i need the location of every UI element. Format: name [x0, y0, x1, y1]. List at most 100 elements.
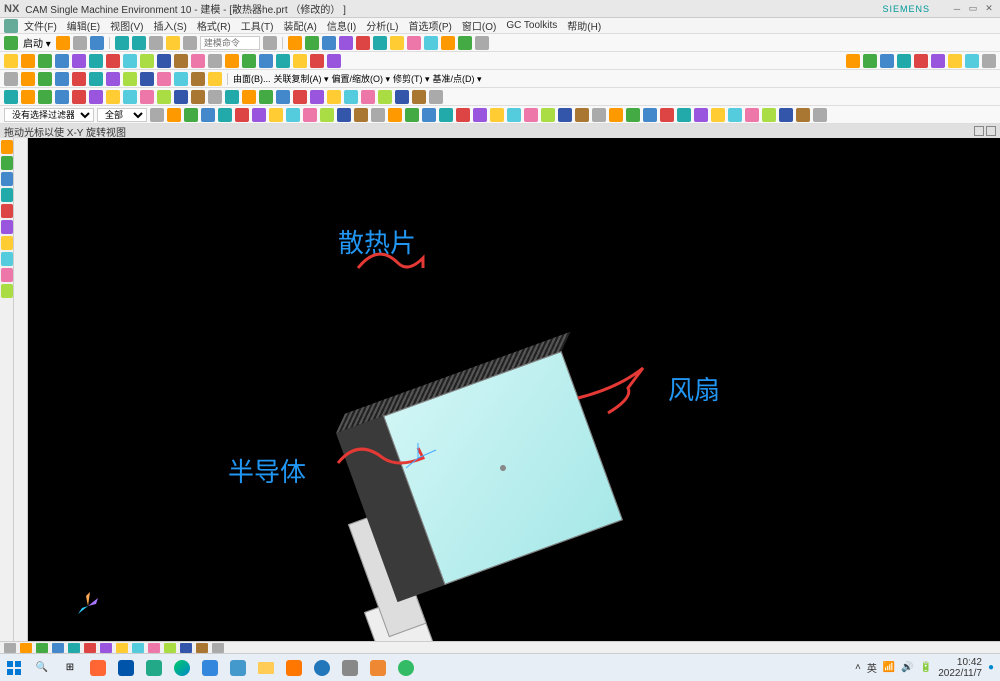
- app-2-icon[interactable]: [112, 656, 140, 680]
- unite-icon[interactable]: [293, 54, 307, 68]
- view-d-icon[interactable]: [897, 54, 911, 68]
- app-6-icon[interactable]: [280, 656, 308, 680]
- sel-j-icon[interactable]: [303, 108, 317, 122]
- loft-icon[interactable]: [140, 54, 154, 68]
- bb-j-icon[interactable]: [148, 643, 160, 653]
- sk-a-icon[interactable]: [4, 72, 18, 86]
- menu-prefs[interactable]: 首选项(P): [405, 17, 456, 34]
- snap-c-icon[interactable]: [541, 108, 555, 122]
- sel-c-icon[interactable]: [184, 108, 198, 122]
- pattern-icon[interactable]: [259, 54, 273, 68]
- curve-k-icon[interactable]: [174, 90, 188, 104]
- curve-t-icon[interactable]: [327, 90, 341, 104]
- curve-y-icon[interactable]: [412, 90, 426, 104]
- sk-k-icon[interactable]: [174, 72, 188, 86]
- nav-roles-icon[interactable]: [1, 268, 13, 282]
- edge-icon[interactable]: [168, 656, 196, 680]
- nav-hd3d-icon[interactable]: [1, 204, 13, 218]
- sel-s-icon[interactable]: [456, 108, 470, 122]
- snap-a-icon[interactable]: [507, 108, 521, 122]
- menu-edit[interactable]: 编辑(E): [63, 17, 104, 34]
- snap-i-icon[interactable]: [643, 108, 657, 122]
- sel-i-icon[interactable]: [286, 108, 300, 122]
- app-3-icon[interactable]: [140, 656, 168, 680]
- curve-z-icon[interactable]: [429, 90, 443, 104]
- snap-d-icon[interactable]: [558, 108, 572, 122]
- clock-time[interactable]: 10:42: [938, 657, 982, 668]
- ime-indicator[interactable]: 英: [867, 660, 877, 675]
- snap-p-icon[interactable]: [762, 108, 776, 122]
- app-8-icon[interactable]: [336, 656, 364, 680]
- menu-gctoolkits[interactable]: GC Toolkits: [502, 19, 561, 32]
- close-button[interactable]: ✕: [982, 3, 996, 15]
- view-g-icon[interactable]: [948, 54, 962, 68]
- snap-m-icon[interactable]: [711, 108, 725, 122]
- taskview-icon[interactable]: ⊞: [56, 656, 84, 680]
- tool-h-icon[interactable]: [407, 36, 421, 50]
- tool-l-icon[interactable]: [475, 36, 489, 50]
- app-10-icon[interactable]: [392, 656, 420, 680]
- viewport[interactable]: 散热片 风扇 半导体: [28, 138, 1000, 641]
- nav-constraint-icon[interactable]: [1, 172, 13, 186]
- menu-window[interactable]: 窗口(O): [458, 17, 500, 34]
- nav-part-icon[interactable]: [1, 140, 13, 154]
- sel-g-icon[interactable]: [252, 108, 266, 122]
- menu-assembly[interactable]: 装配(A): [279, 17, 320, 34]
- menu-tools[interactable]: 工具(T): [237, 17, 278, 34]
- menu-help[interactable]: 帮助(H): [563, 17, 605, 34]
- snap-k-icon[interactable]: [677, 108, 691, 122]
- cut-icon[interactable]: [149, 36, 163, 50]
- sk-l-icon[interactable]: [191, 72, 205, 86]
- sel-l-icon[interactable]: [337, 108, 351, 122]
- mirror-icon[interactable]: [276, 54, 290, 68]
- bb-c-icon[interactable]: [36, 643, 48, 653]
- curve-p-icon[interactable]: [259, 90, 273, 104]
- chamfer-icon[interactable]: [174, 54, 188, 68]
- bb-n-icon[interactable]: [212, 643, 224, 653]
- open-icon[interactable]: [73, 36, 87, 50]
- curve-c-icon[interactable]: [38, 90, 52, 104]
- view-h-icon[interactable]: [965, 54, 979, 68]
- menu-file[interactable]: 文件(F): [20, 17, 61, 34]
- nav-browser-icon[interactable]: [1, 220, 13, 234]
- search-taskbar-icon[interactable]: 🔍: [28, 656, 56, 680]
- sel-u-icon[interactable]: [490, 108, 504, 122]
- curve-a-icon[interactable]: [4, 90, 18, 104]
- bb-d-icon[interactable]: [52, 643, 64, 653]
- sel-f-icon[interactable]: [235, 108, 249, 122]
- app-4-icon[interactable]: [196, 656, 224, 680]
- curve-n-icon[interactable]: [225, 90, 239, 104]
- snap-s-icon[interactable]: [813, 108, 827, 122]
- nav-pmi-icon[interactable]: [1, 252, 13, 266]
- label-datum[interactable]: 基准/点(D) ▾: [433, 72, 482, 85]
- snap-f-icon[interactable]: [592, 108, 606, 122]
- app-7-icon[interactable]: [308, 656, 336, 680]
- curve-g-icon[interactable]: [106, 90, 120, 104]
- sk-d-icon[interactable]: [55, 72, 69, 86]
- sel-e-icon[interactable]: [218, 108, 232, 122]
- tool-e-icon[interactable]: [356, 36, 370, 50]
- curve-h-icon[interactable]: [123, 90, 137, 104]
- nav-sys-icon[interactable]: [1, 284, 13, 298]
- menu-insert[interactable]: 插入(S): [149, 17, 190, 34]
- sel-q-icon[interactable]: [422, 108, 436, 122]
- curve-e-icon[interactable]: [72, 90, 86, 104]
- curve-b-icon[interactable]: [21, 90, 35, 104]
- sweep-icon[interactable]: [123, 54, 137, 68]
- label-assoccopy[interactable]: 关联复制(A) ▾: [274, 72, 329, 85]
- wifi-icon[interactable]: 📶: [883, 662, 895, 673]
- sel-h-icon[interactable]: [269, 108, 283, 122]
- view-e-icon[interactable]: [914, 54, 928, 68]
- tool-d-icon[interactable]: [339, 36, 353, 50]
- start-icon[interactable]: [4, 36, 18, 50]
- shell-icon[interactable]: [191, 54, 205, 68]
- tool-c-icon[interactable]: [322, 36, 336, 50]
- sel-n-icon[interactable]: [371, 108, 385, 122]
- restore-button[interactable]: ▭: [966, 3, 980, 15]
- redo-icon[interactable]: [132, 36, 146, 50]
- draft-icon[interactable]: [208, 54, 222, 68]
- curve-u-icon[interactable]: [344, 90, 358, 104]
- sel-o-icon[interactable]: [388, 108, 402, 122]
- new-icon[interactable]: [56, 36, 70, 50]
- curve-d-icon[interactable]: [55, 90, 69, 104]
